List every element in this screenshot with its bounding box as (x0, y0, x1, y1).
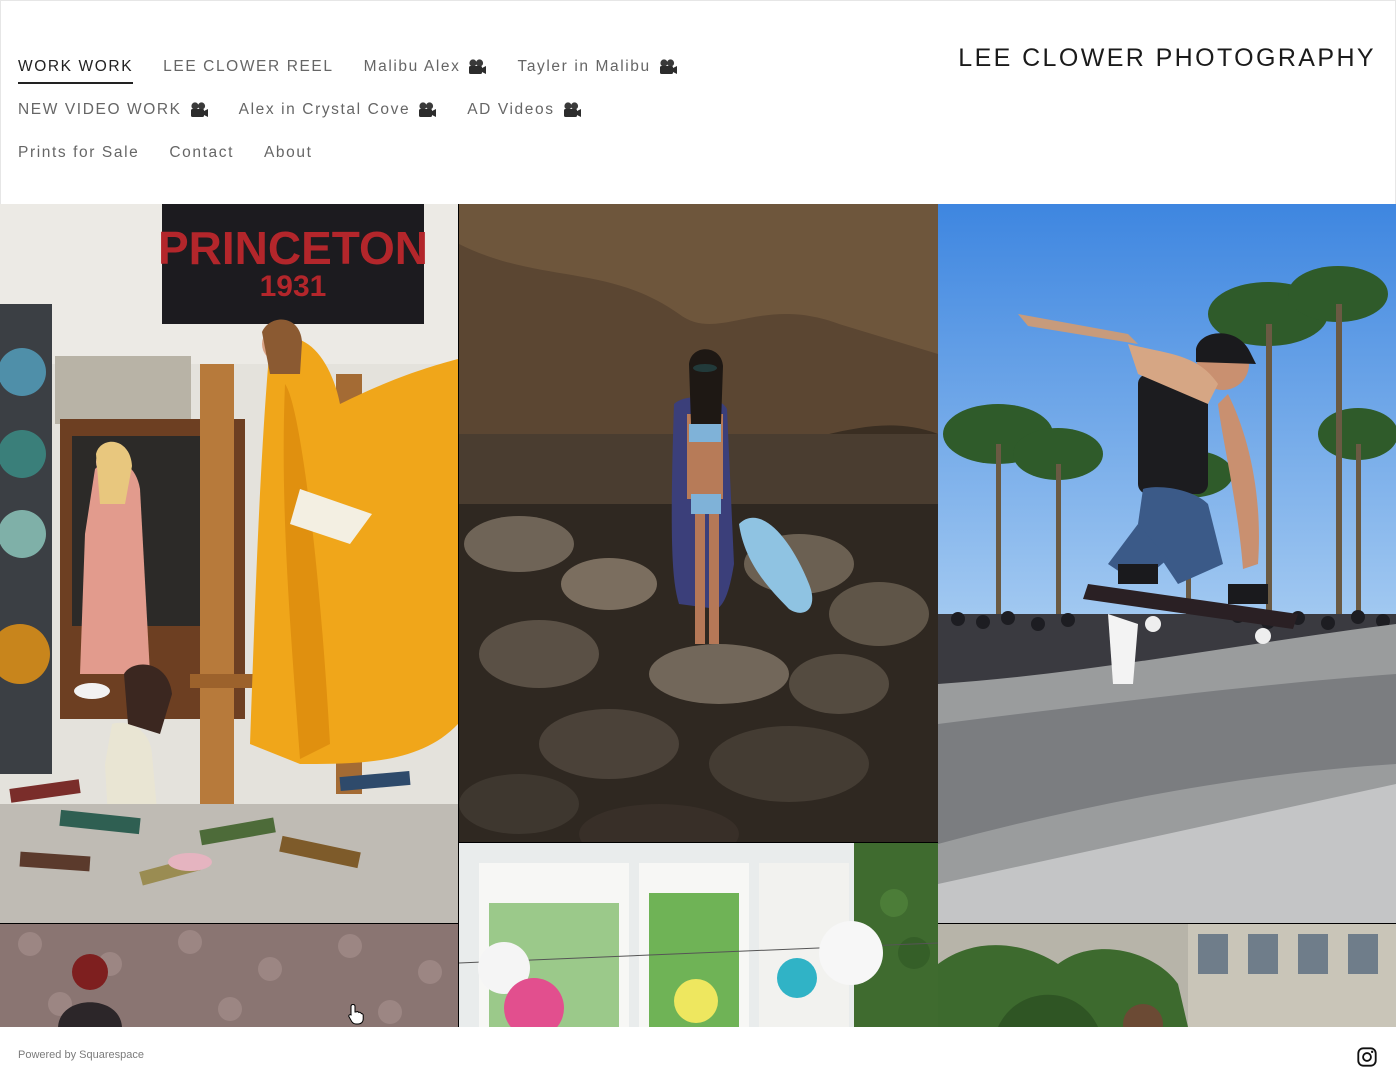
library-photo: PRINCETON 1931 (0, 204, 458, 923)
nav-link-contact[interactable]: Contact (169, 144, 234, 164)
nav-row: WORK WORK LEE CLOWER REEL Malibu Alex Tayle… (18, 46, 718, 89)
gallery-image-library-yellow-dress[interactable]: PRINCETON 1931 (0, 204, 458, 923)
nav-link-lee-clower-reel[interactable]: LEE CLOWER REEL (163, 58, 333, 78)
nav-link-prints-for-sale[interactable]: Prints for Sale (18, 144, 139, 164)
movie-camera-icon (658, 58, 678, 76)
site-header: WORK WORK LEE CLOWER REEL Malibu Alex Tayle… (0, 0, 1396, 204)
nav-link-label: AD Videos (467, 100, 555, 118)
powered-by-link[interactable]: Powered by Squarespace (18, 1049, 144, 1061)
gallery-image-beanie-wallpaper[interactable] (0, 924, 458, 1027)
site-footer: Powered by Squarespace (0, 1027, 1396, 1080)
skate-photo (938, 204, 1396, 923)
instagram-icon[interactable] (1356, 1046, 1378, 1068)
gallery-grid: PRINCETON 1931 (0, 204, 1396, 1027)
gallery-image-beach-rocks-surfboard[interactable] (459, 204, 938, 842)
nav-link-about[interactable]: About (264, 144, 313, 164)
nav-row: NEW VIDEO WORK Alex in Crystal Cove AD Vid… (18, 89, 718, 132)
gallery-image-street-building[interactable] (938, 924, 1396, 1027)
banner-text-princeton: PRINCETON (158, 222, 428, 274)
nav-link-label: LEE CLOWER REEL (163, 57, 334, 75)
beanie-photo (0, 924, 458, 1027)
main-navigation: WORK WORK LEE CLOWER REEL Malibu Alex Tayle… (18, 46, 718, 175)
nav-link-label: Alex in Crystal Cove (238, 100, 411, 118)
gallery-image-skateboarder-venice[interactable] (938, 204, 1396, 923)
nav-link-label: Contact (169, 143, 234, 161)
nav-link-work-work[interactable]: WORK WORK (18, 57, 134, 84)
nav-link-label: Tayler in Malibu (517, 57, 651, 75)
nav-link-label: Prints for Sale (18, 143, 140, 161)
nav-link-label: Malibu Alex (363, 57, 461, 75)
site-title[interactable]: LEE CLOWER PHOTOGRAPHY (958, 44, 1376, 73)
movie-camera-icon (189, 101, 209, 119)
banner-text-year: 1931 (260, 270, 327, 303)
nav-link-tayler-in-malibu[interactable]: Tayler in Malibu (517, 58, 677, 78)
hand-pointer-cursor (348, 1003, 364, 1025)
nav-link-label: NEW VIDEO WORK (18, 100, 182, 118)
nav-link-label: WORK WORK (18, 57, 134, 75)
lanterns-photo (459, 843, 938, 1027)
movie-camera-icon (562, 101, 582, 119)
nav-link-alex-in-crystal-cove[interactable]: Alex in Crystal Cove (239, 101, 438, 121)
nav-row: Prints for Sale Contact About (18, 132, 718, 175)
gallery-image-paper-lanterns[interactable] (459, 843, 938, 1027)
beach-photo (459, 204, 938, 842)
nav-link-ad-videos[interactable]: AD Videos (467, 101, 581, 121)
nav-link-new-video-work[interactable]: NEW VIDEO WORK (18, 101, 209, 121)
nav-link-label: About (263, 143, 313, 161)
nav-link-malibu-alex[interactable]: Malibu Alex (364, 58, 488, 78)
movie-camera-icon (467, 58, 487, 76)
movie-camera-icon (417, 101, 437, 119)
street-photo (938, 924, 1396, 1027)
